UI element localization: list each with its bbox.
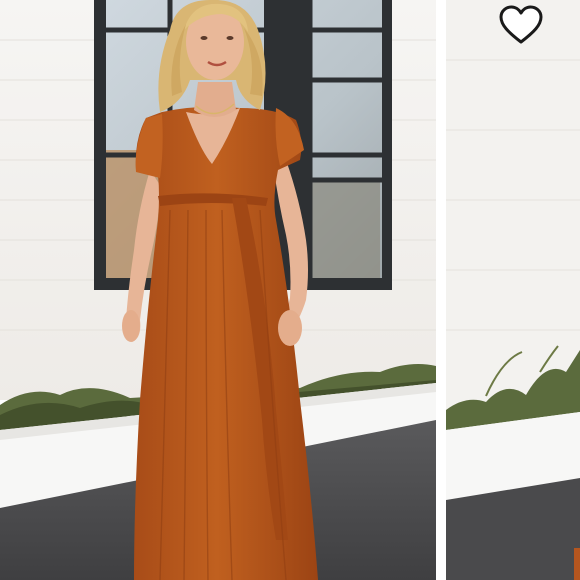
favorite-button[interactable] (496, 2, 546, 48)
photo-model-orange-maxi-dress-partial (446, 0, 580, 580)
photo-model-orange-maxi-dress (0, 0, 436, 580)
photo-carousel[interactable] (0, 0, 580, 580)
product-photo-main[interactable] (0, 0, 436, 580)
product-photo-next[interactable] (446, 0, 580, 580)
heart-outline-icon (499, 5, 543, 44)
carousel-gap (436, 0, 446, 580)
